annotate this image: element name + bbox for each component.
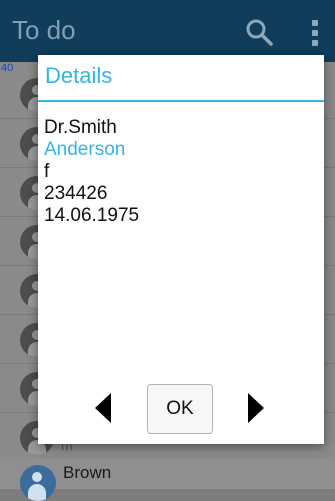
arrow-left-icon[interactable] (95, 393, 111, 423)
arrow-right-icon[interactable] (248, 393, 264, 423)
app-bar: To do (0, 0, 335, 62)
detail-name: Dr.Smith (44, 117, 117, 138)
details-dialog: Details Dr.Smith Anderson f 234426 14.06… (38, 55, 324, 444)
detail-number: 234426 (44, 183, 108, 204)
detail-surname: Anderson (44, 139, 126, 160)
item-count: 40 (1, 62, 14, 74)
dialog-divider (38, 100, 324, 102)
ok-button[interactable]: OK (147, 384, 213, 434)
detail-gender: f (44, 161, 50, 182)
dialog-title: Details (45, 63, 113, 88)
detail-date: 14.06.1975 (44, 205, 140, 226)
detail-lines: Dr.Smith Anderson f 234426 14.06.1975 (44, 117, 139, 227)
person-icon (20, 465, 56, 501)
search-icon[interactable] (245, 18, 273, 46)
list-item-brown[interactable]: Brown (0, 459, 335, 501)
list-item-name: Brown (63, 463, 112, 482)
app-title: To do (12, 15, 76, 45)
more-vert-icon[interactable] (311, 20, 319, 46)
